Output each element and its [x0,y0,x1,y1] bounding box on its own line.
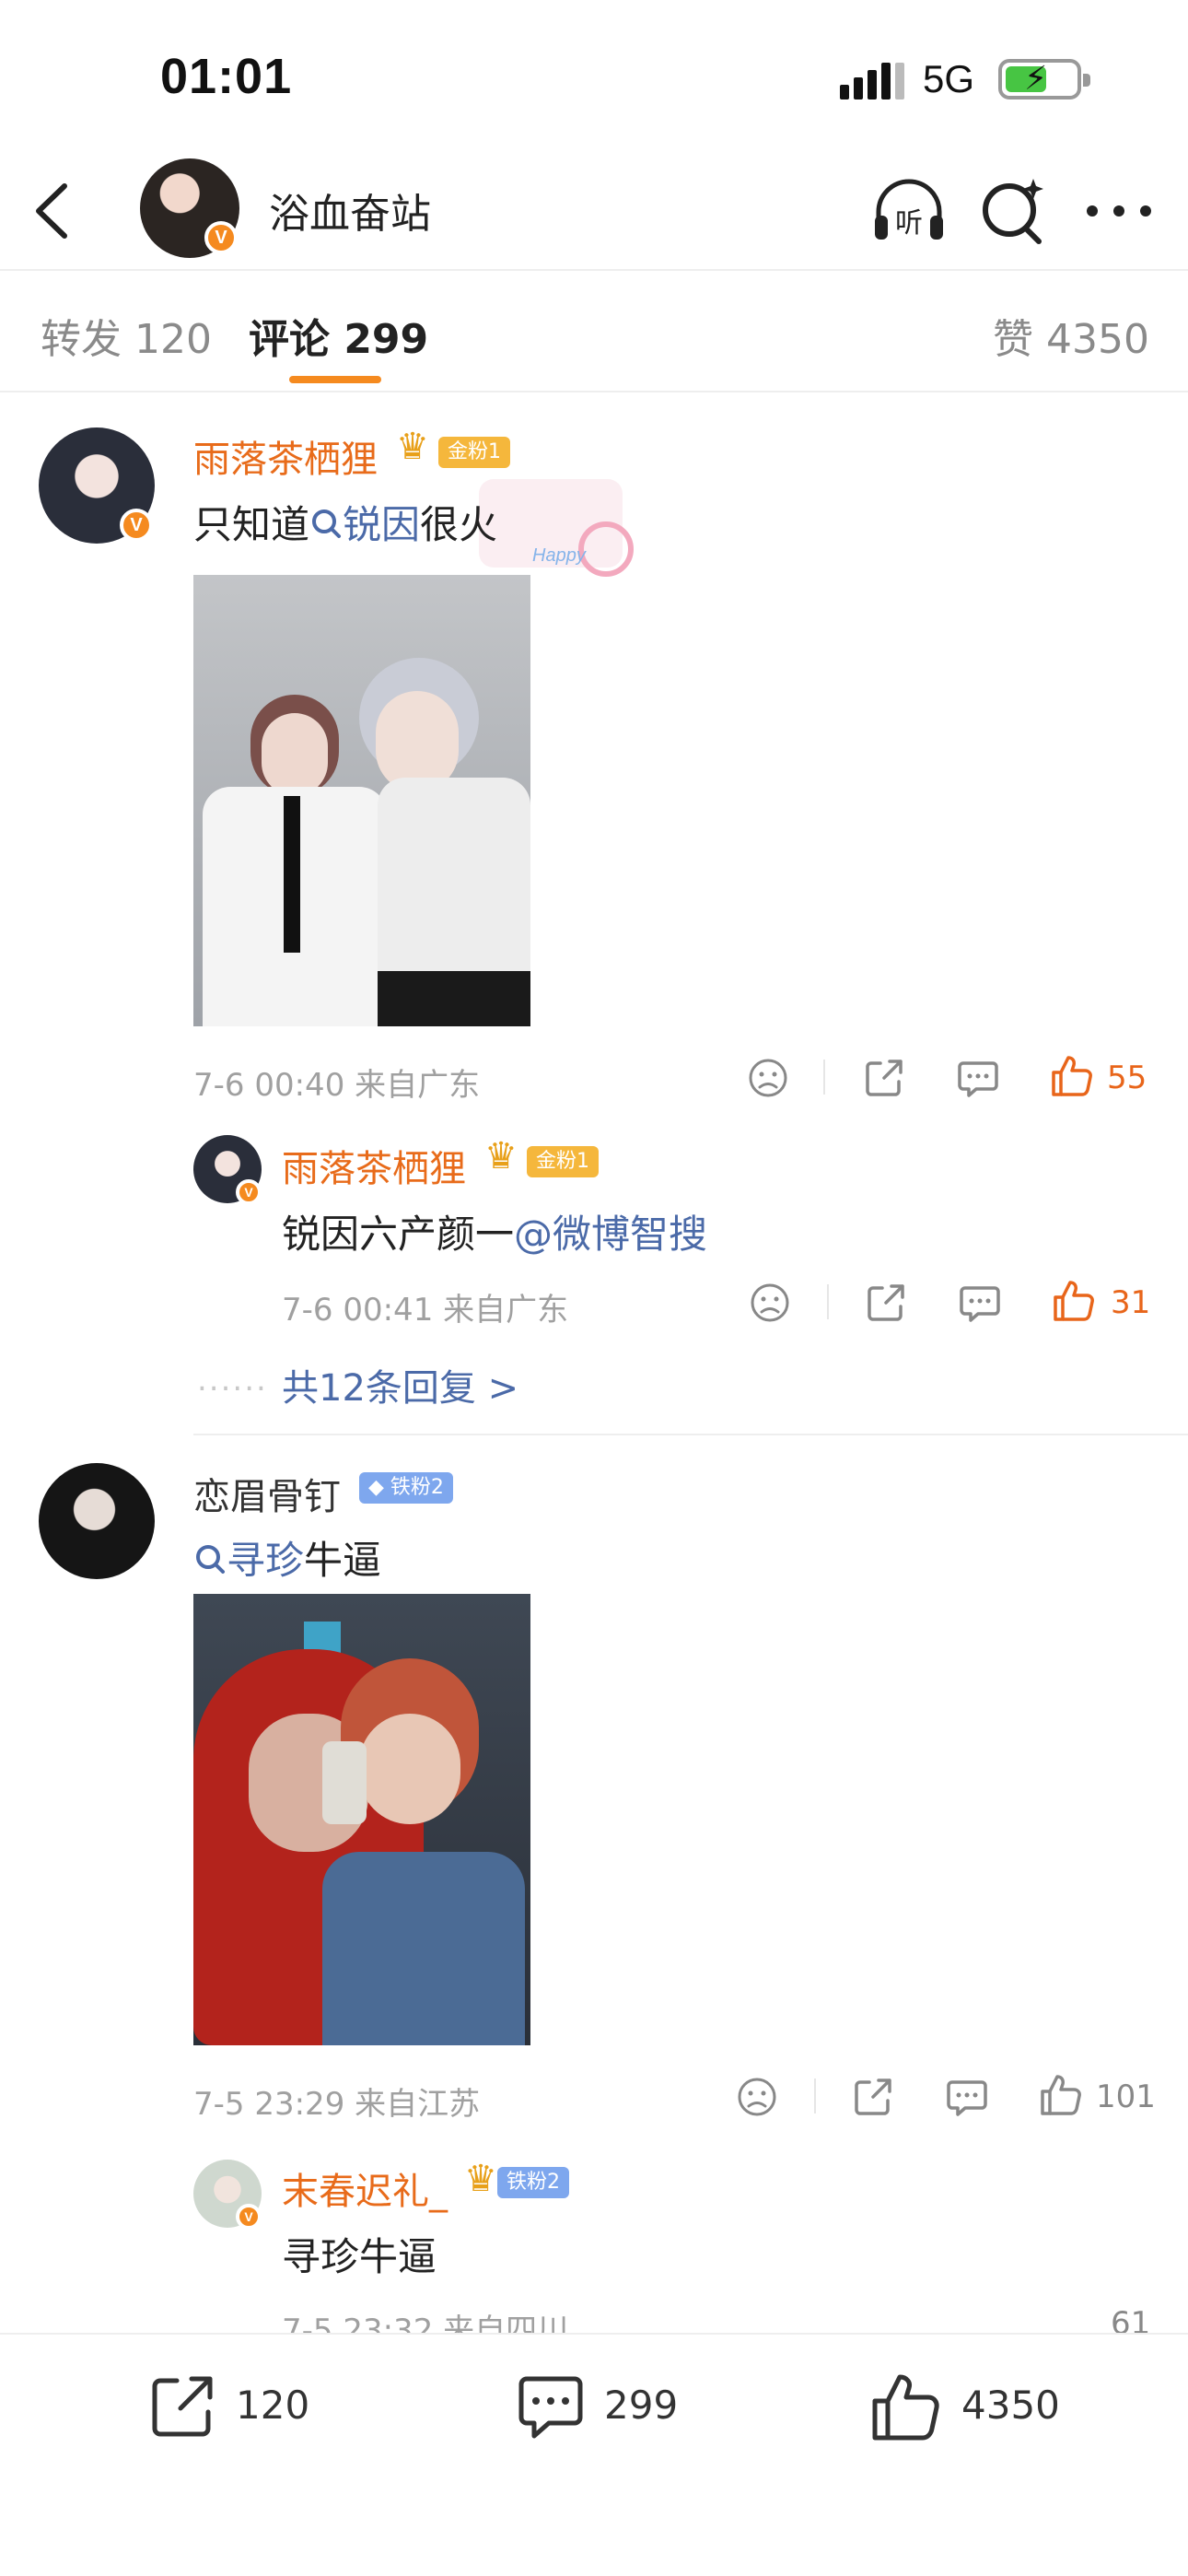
comment-text: 只知道 锐因很火 [193,502,498,547]
verified-badge-icon: V [204,221,238,254]
comment-icon[interactable] [514,2370,588,2443]
comment-avatar[interactable] [39,1463,155,1579]
fan-badge: ◆ 铁粉2 [359,1472,453,1504]
reply-username[interactable]: 末春迟礼_ [282,2161,448,2215]
more-icon[interactable] [1079,171,1159,251]
verified-badge-icon: V [120,509,153,542]
like-icon[interactable] [1050,1054,1094,1098]
share-icon[interactable] [851,2075,895,2119]
reply-icon[interactable] [945,2075,989,2119]
search-ai-icon[interactable] [973,171,1052,251]
share-icon[interactable] [864,1281,908,1325]
action-separator [814,2078,816,2113]
like-total-count[interactable]: 4350 [961,2383,1060,2428]
dislike-icon[interactable] [748,1281,792,1325]
comment-text: 寻珍牛逼 [193,1529,381,1586]
tabs-divider [0,391,1188,392]
like-count: 101 [1096,2078,1156,2115]
topic-search-icon [312,509,342,538]
sticker-ring-icon [578,521,634,577]
comment-username[interactable]: 恋眉骨钉 [193,1467,341,1520]
tab-likes[interactable]: 赞 4350 [993,306,1149,365]
topic-link[interactable]: 寻珍 [227,1538,304,1583]
comment-photo[interactable] [193,575,530,1026]
reply-time-location: 7-6 00:41 来自广东 [282,1292,569,1329]
mention-link[interactable]: @微博智搜 [514,1212,707,1257]
fan-badge: 金粉1 [527,1146,599,1177]
crown-icon: ♛ [396,426,429,468]
listen-icon[interactable]: 听 [869,171,949,251]
dislike-icon[interactable] [735,2075,779,2119]
reply-icon[interactable] [958,1281,1002,1325]
status-time: 01:01 [160,49,293,104]
repost-count[interactable]: 120 [236,2383,309,2428]
comment-time-location: 7-5 23:29 来自江苏 [193,2086,481,2123]
like-count: 31 [1111,1284,1151,1321]
sticker-text: Happy [532,545,586,566]
verified-badge-icon: V [236,2204,262,2230]
tab-active-indicator [289,376,381,383]
more-replies-link[interactable]: 共12条回复 > [282,1358,518,1411]
fan-badge: 铁粉2 [497,2167,569,2198]
reply-username[interactable]: 雨落茶栖狸 [282,1139,466,1192]
network-type: 5G [923,57,975,100]
topic-search-icon [196,1545,225,1574]
verified-badge-icon: V [236,1179,262,1205]
diamond-icon: ◆ [368,1476,384,1499]
like-count: 55 [1107,1060,1147,1096]
comment-time-location: 7-6 00:40 来自广东 [193,1067,481,1104]
comment-count[interactable]: 299 [604,2383,678,2428]
author-name[interactable]: 浴血奋站 [269,181,431,240]
header-divider [0,269,1188,271]
like-icon[interactable] [1052,1279,1096,1323]
topic-link[interactable]: 锐因 [343,502,420,547]
crown-icon: ♛ [464,2158,497,2200]
like-icon[interactable] [869,2370,943,2443]
reply-icon[interactable] [956,1056,1000,1100]
tab-reposts[interactable]: 转发 120 [41,306,212,365]
crown-icon: ♛ [484,1135,518,1177]
more-replies-dots: ...... [197,1362,268,1399]
action-separator [823,1060,825,1095]
share-icon[interactable] [862,1056,906,1100]
like-icon[interactable] [1039,2073,1083,2117]
comment-divider [193,1434,1188,1435]
signal-icon [840,63,904,100]
comment-photo[interactable] [193,1594,530,2045]
action-separator [827,1284,829,1319]
reply-text: 锐因六产颜一@微博智搜 [282,1212,708,1257]
battery-icon: ⚡ [998,59,1090,100]
back-icon[interactable] [28,181,79,241]
fan-badge: 金粉1 [438,437,510,468]
repost-icon[interactable] [146,2370,219,2443]
dislike-icon[interactable] [746,1056,790,1100]
comment-username[interactable]: 雨落茶栖狸 [193,429,378,483]
svg-text:听: 听 [895,207,923,240]
tab-comments[interactable]: 评论 299 [249,306,428,365]
reply-text: 寻珍牛逼 [282,2234,437,2279]
